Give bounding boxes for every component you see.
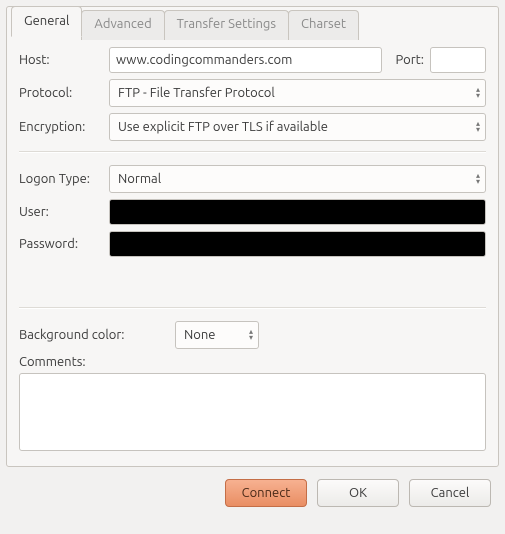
tab-general[interactable]: General [11,6,82,37]
dropdown-spinner-icon: ▴▾ [476,173,480,185]
bgcolor-label: Background color: [19,328,169,342]
tab-charset[interactable]: Charset [288,10,359,40]
protocol-value: FTP - File Transfer Protocol [118,86,275,100]
logon-type-label: Logon Type: [19,172,103,186]
bgcolor-value: None [184,328,216,342]
dropdown-spinner-icon: ▴▾ [249,329,253,341]
logon-type-value: Normal [118,172,161,186]
password-input[interactable] [109,231,486,257]
connect-button[interactable]: Connect [225,479,307,507]
tab-container: General Advanced Transfer Settings Chars… [6,6,499,467]
ok-button[interactable]: OK [317,479,399,507]
site-manager-dialog: General Advanced Transfer Settings Chars… [0,0,505,519]
tab-advanced[interactable]: Advanced [81,10,164,40]
encryption-label: Encryption: [19,120,103,134]
cancel-button[interactable]: Cancel [409,479,491,507]
port-input[interactable] [430,47,486,73]
password-label: Password: [19,237,103,251]
bgcolor-select[interactable]: None ▴▾ [175,321,259,349]
user-label: User: [19,205,103,219]
host-input[interactable] [109,47,382,73]
comments-label: Comments: [19,355,486,369]
tab-transfer-settings[interactable]: Transfer Settings [164,10,289,40]
encryption-value: Use explicit FTP over TLS if available [118,120,328,134]
dialog-button-bar: Connect OK Cancel [6,467,499,513]
port-label: Port: [396,53,424,67]
protocol-label: Protocol: [19,86,103,100]
separator [19,151,486,153]
encryption-select[interactable]: Use explicit FTP over TLS if available ▴… [109,113,486,141]
host-label: Host: [19,53,103,67]
comments-textarea[interactable] [19,373,486,451]
tab-body-general: Host: Port: Protocol: FTP - File Transfe… [7,37,498,466]
tab-row: General Advanced Transfer Settings Chars… [11,6,358,36]
dropdown-spinner-icon: ▴▾ [476,87,480,99]
dropdown-spinner-icon: ▴▾ [476,121,480,133]
protocol-select[interactable]: FTP - File Transfer Protocol ▴▾ [109,79,486,107]
separator [19,307,486,309]
user-input[interactable] [109,199,486,225]
logon-type-select[interactable]: Normal ▴▾ [109,165,486,193]
